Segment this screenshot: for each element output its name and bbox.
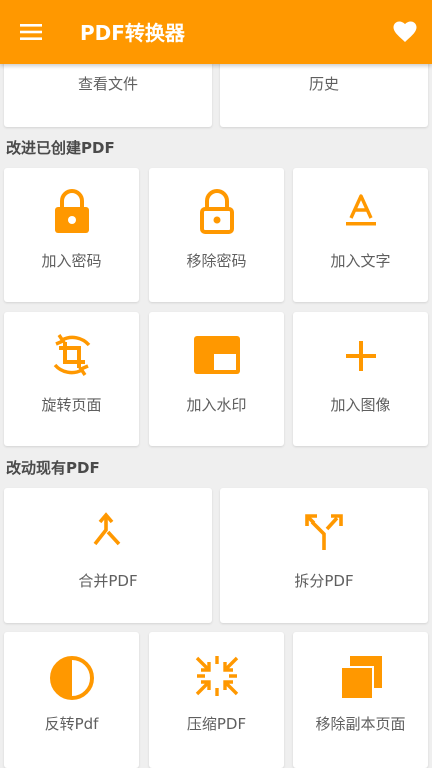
heart-icon[interactable] (392, 19, 418, 45)
add-image-label: 加入图像 (330, 396, 391, 414)
merge-pdf-label: 合并PDF (78, 572, 138, 590)
lock-icon (54, 189, 89, 233)
add-image-card[interactable]: 加入图像 (293, 312, 428, 446)
remove-duplicate-pages-card[interactable]: 移除副本页面 (293, 632, 428, 768)
unlock-icon (199, 189, 234, 234)
add-password-label: 加入密码 (41, 252, 102, 270)
compress-pdf-label: 压缩PDF (186, 715, 247, 733)
menu-icon[interactable] (16, 20, 46, 44)
split-icon (305, 514, 343, 550)
remove-duplicate-pages-icon (339, 656, 382, 700)
rotate-pages-card[interactable]: 旋转页面 (4, 312, 139, 446)
merge-icon (93, 512, 121, 546)
section-title-improve: 改进已创建PDF (6, 139, 115, 157)
add-image-icon (345, 341, 376, 371)
add-text-card[interactable]: 加入文字 (293, 168, 428, 302)
split-pdf-card[interactable]: 拆分PDF (220, 488, 428, 623)
section-title-modify: 改动现有PDF (6, 459, 100, 477)
add-watermark-card[interactable]: 加入水印 (149, 312, 284, 446)
invert-pdf-card[interactable]: 反转Pdf (4, 632, 139, 768)
compress-pdf-card[interactable]: 压缩PDF (149, 632, 284, 768)
remove-password-label: 移除密码 (186, 252, 247, 270)
remove-password-card[interactable]: 移除密码 (149, 168, 284, 302)
remove-duplicate-pages-label: 移除副本页面 (315, 715, 406, 733)
rotate-crop-icon (53, 334, 90, 376)
add-watermark-label: 加入水印 (186, 396, 247, 414)
app-title: PDF转换器 (80, 21, 185, 45)
text-format-icon (345, 194, 376, 226)
history-label: 历史 (308, 75, 339, 93)
add-password-card[interactable]: 加入密码 (4, 168, 139, 302)
app-bar: PDF转换器 (0, 0, 432, 64)
invert-icon (49, 656, 94, 700)
view-files-label: 查看文件 (77, 75, 138, 93)
add-text-label: 加入文字 (330, 252, 391, 270)
split-pdf-label: 拆分PDF (294, 572, 354, 590)
rotate-pages-label: 旋转页面 (41, 396, 102, 414)
watermark-icon (193, 336, 240, 374)
merge-pdf-card[interactable]: 合并PDF (4, 488, 212, 623)
invert-pdf-label: 反转Pdf (44, 715, 99, 733)
compress-icon (195, 656, 238, 696)
